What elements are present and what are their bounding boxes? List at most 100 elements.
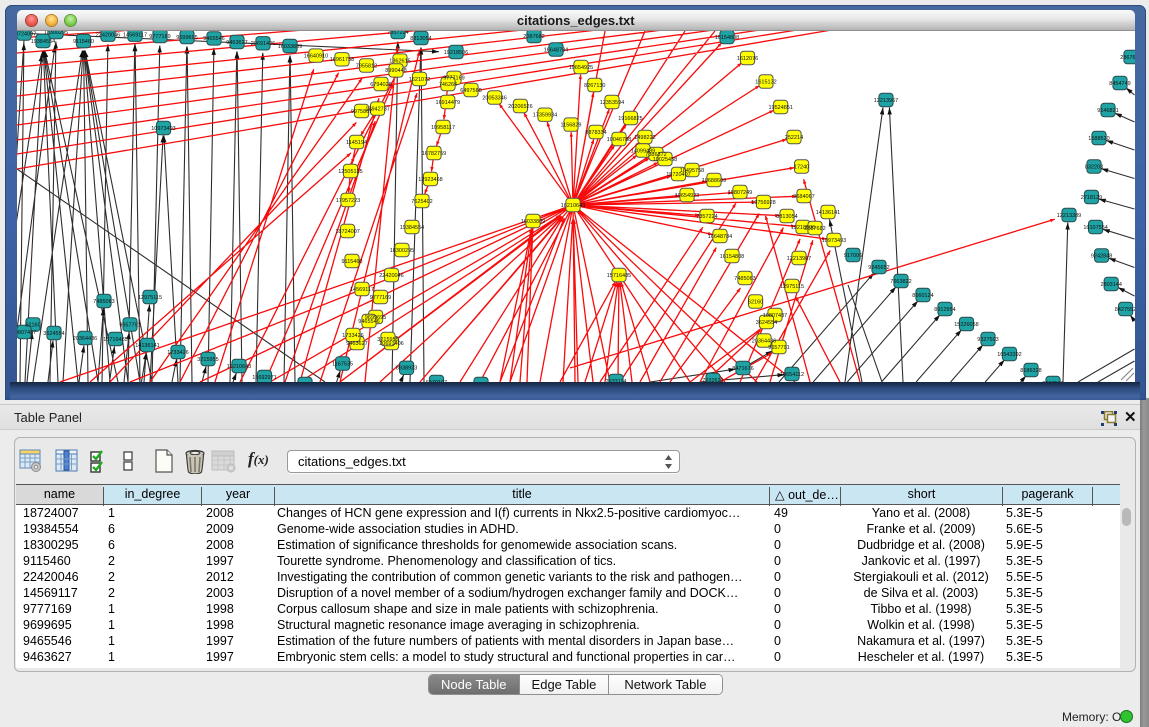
svg-text:12923468: 12923468 xyxy=(418,177,442,183)
svg-text:20691406: 20691406 xyxy=(251,41,275,47)
svg-text:18300295: 18300295 xyxy=(390,248,414,254)
svg-text:62160: 62160 xyxy=(748,299,763,305)
svg-text:10973493: 10973493 xyxy=(151,126,175,132)
svg-text:9684067: 9684067 xyxy=(793,194,814,200)
svg-text:18724007: 18724007 xyxy=(335,229,359,235)
svg-text:16543392: 16543392 xyxy=(997,352,1021,358)
svg-text:12975115: 12975115 xyxy=(780,284,804,290)
svg-text:1588520: 1588520 xyxy=(1088,136,1109,142)
svg-text:7485063: 7485063 xyxy=(734,276,755,282)
svg-text:16640910: 16640910 xyxy=(304,53,328,59)
svg-text:9463627: 9463627 xyxy=(346,341,367,347)
svg-text:1733426: 1733426 xyxy=(167,350,188,356)
svg-text:8454749: 8454749 xyxy=(1109,81,1130,87)
svg-text:9115460: 9115460 xyxy=(341,259,362,265)
svg-text:15226058: 15226058 xyxy=(954,322,978,328)
svg-text:1362615: 1362615 xyxy=(389,58,410,64)
svg-text:8267130: 8267130 xyxy=(584,83,605,89)
svg-text:14136141: 14136141 xyxy=(135,343,159,349)
svg-text:16210643: 16210643 xyxy=(227,364,251,370)
svg-text:16914479: 16914479 xyxy=(436,100,460,106)
svg-text:62160: 62160 xyxy=(25,322,40,328)
svg-text:20364436: 20364436 xyxy=(73,336,97,342)
svg-text:8660124: 8660124 xyxy=(912,293,933,299)
svg-text:746266: 746266 xyxy=(439,82,457,88)
svg-text:9465546: 9465546 xyxy=(358,319,379,325)
svg-text:8427552: 8427552 xyxy=(1115,307,1135,313)
svg-text:9245652: 9245652 xyxy=(868,265,889,271)
svg-text:10025458: 10025458 xyxy=(653,157,677,163)
svg-text:6479197: 6479197 xyxy=(426,380,447,382)
svg-text:3624554: 3624554 xyxy=(43,331,64,337)
svg-text:20206526: 20206526 xyxy=(508,104,532,110)
svg-text:16210643: 16210643 xyxy=(561,203,585,209)
svg-text:1615132: 1615132 xyxy=(755,79,776,85)
svg-text:9777169: 9777169 xyxy=(370,295,391,301)
svg-text:1498222: 1498222 xyxy=(634,135,655,141)
svg-text:2867608: 2867608 xyxy=(1120,55,1134,61)
svg-text:1733426: 1733426 xyxy=(342,333,363,339)
svg-text:18807249: 18807249 xyxy=(728,190,752,196)
svg-text:10654112: 10654112 xyxy=(780,372,804,378)
svg-text:10807487: 10807487 xyxy=(763,313,787,319)
svg-text:15720407: 15720407 xyxy=(666,172,690,178)
svg-text:9463627: 9463627 xyxy=(226,40,247,46)
svg-text:7663822: 7663822 xyxy=(890,279,911,285)
svg-text:2087682: 2087682 xyxy=(523,34,544,40)
svg-text:1167535: 1167535 xyxy=(332,361,353,367)
svg-text:7632621: 7632621 xyxy=(702,378,723,382)
svg-text:15716485: 15716485 xyxy=(607,273,631,279)
svg-text:9975867: 9975867 xyxy=(351,109,372,115)
svg-text:15716485: 15716485 xyxy=(103,337,127,343)
svg-text:9777169: 9777169 xyxy=(149,34,170,40)
svg-text:7485063: 7485063 xyxy=(93,299,114,305)
svg-text:7955812: 7955812 xyxy=(356,63,377,69)
svg-text:17359934: 17359934 xyxy=(533,113,557,119)
svg-text:16648784: 16648784 xyxy=(708,234,732,240)
svg-text:9657791: 9657791 xyxy=(768,345,789,351)
svg-text:3215955: 3215955 xyxy=(377,337,398,343)
svg-text:12213389: 12213389 xyxy=(1057,213,1081,219)
svg-text:8990448: 8990448 xyxy=(385,68,406,74)
svg-text:6497568: 6497568 xyxy=(460,88,481,94)
svg-text:9699695: 9699695 xyxy=(176,35,197,41)
svg-text:9242848: 9242848 xyxy=(1091,253,1112,259)
svg-text:9327506: 9327506 xyxy=(1042,381,1063,382)
svg-text:17240: 17240 xyxy=(794,164,809,170)
svg-text:9146821: 9146821 xyxy=(1097,108,1118,114)
svg-text:19166825: 19166825 xyxy=(618,116,642,122)
svg-text:8912954: 8912954 xyxy=(934,307,955,313)
svg-text:10958117: 10958117 xyxy=(431,125,455,131)
svg-text:8813054: 8813054 xyxy=(776,214,797,220)
svg-text:9777169: 9777169 xyxy=(443,76,464,82)
svg-text:18724007: 18724007 xyxy=(17,31,36,37)
svg-text:252214: 252214 xyxy=(785,135,803,141)
svg-text:8938923: 8938923 xyxy=(396,366,417,372)
svg-text:10046788: 10046788 xyxy=(607,137,631,143)
svg-text:19756928: 19756928 xyxy=(751,200,775,206)
svg-text:917006: 917006 xyxy=(844,253,862,259)
svg-text:9115460: 9115460 xyxy=(73,39,94,45)
svg-text:20364436: 20364436 xyxy=(752,338,776,344)
svg-text:12975115: 12975115 xyxy=(138,295,162,301)
svg-text:1145194: 1145194 xyxy=(346,140,367,146)
svg-text:10807487: 10807487 xyxy=(17,330,36,336)
svg-text:1156829: 1156829 xyxy=(560,122,581,128)
svg-text:16033809: 16033809 xyxy=(521,219,545,225)
svg-text:2718129: 2718129 xyxy=(1081,195,1102,201)
svg-text:1621072: 1621072 xyxy=(409,77,430,83)
svg-text:12213967: 12213967 xyxy=(874,98,898,104)
svg-text:3624554: 3624554 xyxy=(756,320,777,326)
svg-text:8186328: 8186328 xyxy=(1020,368,1041,374)
svg-text:19524851: 19524851 xyxy=(768,105,792,111)
svg-text:19654925: 19654925 xyxy=(569,65,593,71)
svg-text:19384554: 19384554 xyxy=(31,39,55,45)
svg-text:8878334: 8878334 xyxy=(585,130,606,136)
svg-text:19654923: 19654923 xyxy=(675,193,699,199)
svg-text:22420046: 22420046 xyxy=(96,33,120,39)
svg-text:16033809: 16033809 xyxy=(278,44,302,50)
svg-text:16107554: 16107554 xyxy=(1083,225,1107,231)
svg-text:16154808: 16154808 xyxy=(715,35,739,41)
svg-text:14136141: 14136141 xyxy=(816,210,840,216)
svg-text:22420046: 22420046 xyxy=(379,273,403,279)
